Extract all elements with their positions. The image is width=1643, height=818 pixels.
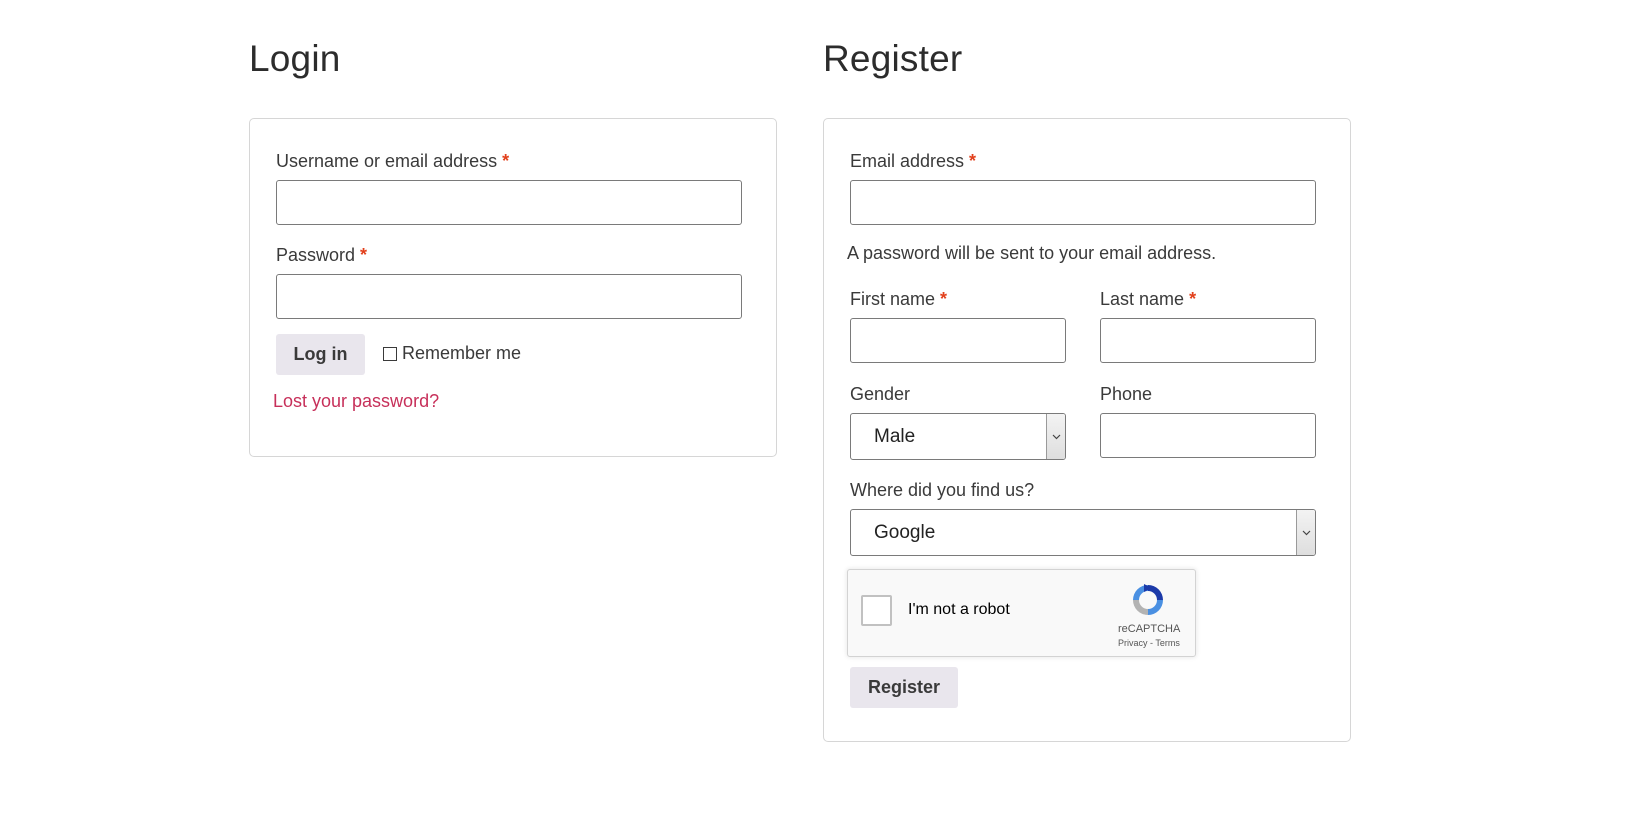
recaptcha-widget: I'm not a robot reCAPTCHA Privacy - Term… (847, 569, 1196, 657)
password-input[interactable] (276, 274, 742, 319)
recaptcha-logo-icon (1133, 584, 1163, 615)
username-label-text: Username or email address (276, 151, 498, 171)
last-name-label-text: Last name (1100, 289, 1185, 309)
recaptcha-label: I'm not a robot (908, 601, 1010, 618)
phone-input[interactable] (1100, 413, 1316, 458)
password-label: Password * (276, 245, 367, 266)
login-form: Username or email address * Password * Log… (249, 118, 777, 457)
register-button[interactable]: Register (850, 667, 958, 708)
recaptcha-brand: reCAPTCHA (1118, 623, 1181, 635)
remember-me[interactable]: Remember me (383, 343, 521, 364)
gender-selected-value: Male (874, 425, 916, 447)
remember-me-label: Remember me (402, 343, 522, 363)
recaptcha-privacy-terms[interactable]: Privacy - Terms (1118, 638, 1180, 648)
lost-password-link[interactable]: Lost your password? (273, 391, 439, 412)
email-label: Email address * (850, 151, 976, 172)
login-title: Login (249, 38, 341, 79)
first-name-label: First name * (850, 289, 947, 310)
login-button[interactable]: Log in (276, 334, 365, 375)
last-name-label: Last name * (1100, 289, 1196, 310)
email-input[interactable] (850, 180, 1316, 225)
gender-label: Gender (850, 384, 911, 404)
last-name-input[interactable] (1100, 318, 1316, 363)
chevron-down-icon[interactable] (1046, 414, 1065, 459)
chevron-down-icon[interactable] (1296, 510, 1315, 555)
register-form: Email address * A password will be sent t… (823, 118, 1351, 742)
email-label-text: Email address (850, 151, 965, 171)
source-selected-value: Google (874, 521, 936, 543)
email-required-mark: * (969, 151, 977, 171)
source-label: Where did you find us? (850, 480, 1035, 500)
phone-label: Phone (1100, 384, 1153, 404)
remember-me-checkbox[interactable] (383, 346, 397, 361)
page: Login Username or email address * Passwor… (0, 0, 1643, 818)
source-select[interactable]: Google (850, 509, 1316, 556)
register-title: Register (823, 38, 963, 79)
last-name-required-mark: * (1189, 289, 1197, 309)
recaptcha-checkbox[interactable] (861, 595, 892, 626)
first-name-required-mark: * (940, 289, 948, 309)
first-name-input[interactable] (850, 318, 1066, 363)
password-label-text: Password (276, 245, 356, 265)
password-required-mark: * (360, 245, 368, 265)
gender-select[interactable]: Male (850, 413, 1066, 460)
username-label: Username or email address * (276, 151, 509, 172)
username-input[interactable] (276, 180, 742, 225)
password-hint: A password will be sent to your email ad… (847, 243, 1217, 263)
username-required-mark: * (502, 151, 510, 171)
first-name-label-text: First name (850, 289, 936, 309)
